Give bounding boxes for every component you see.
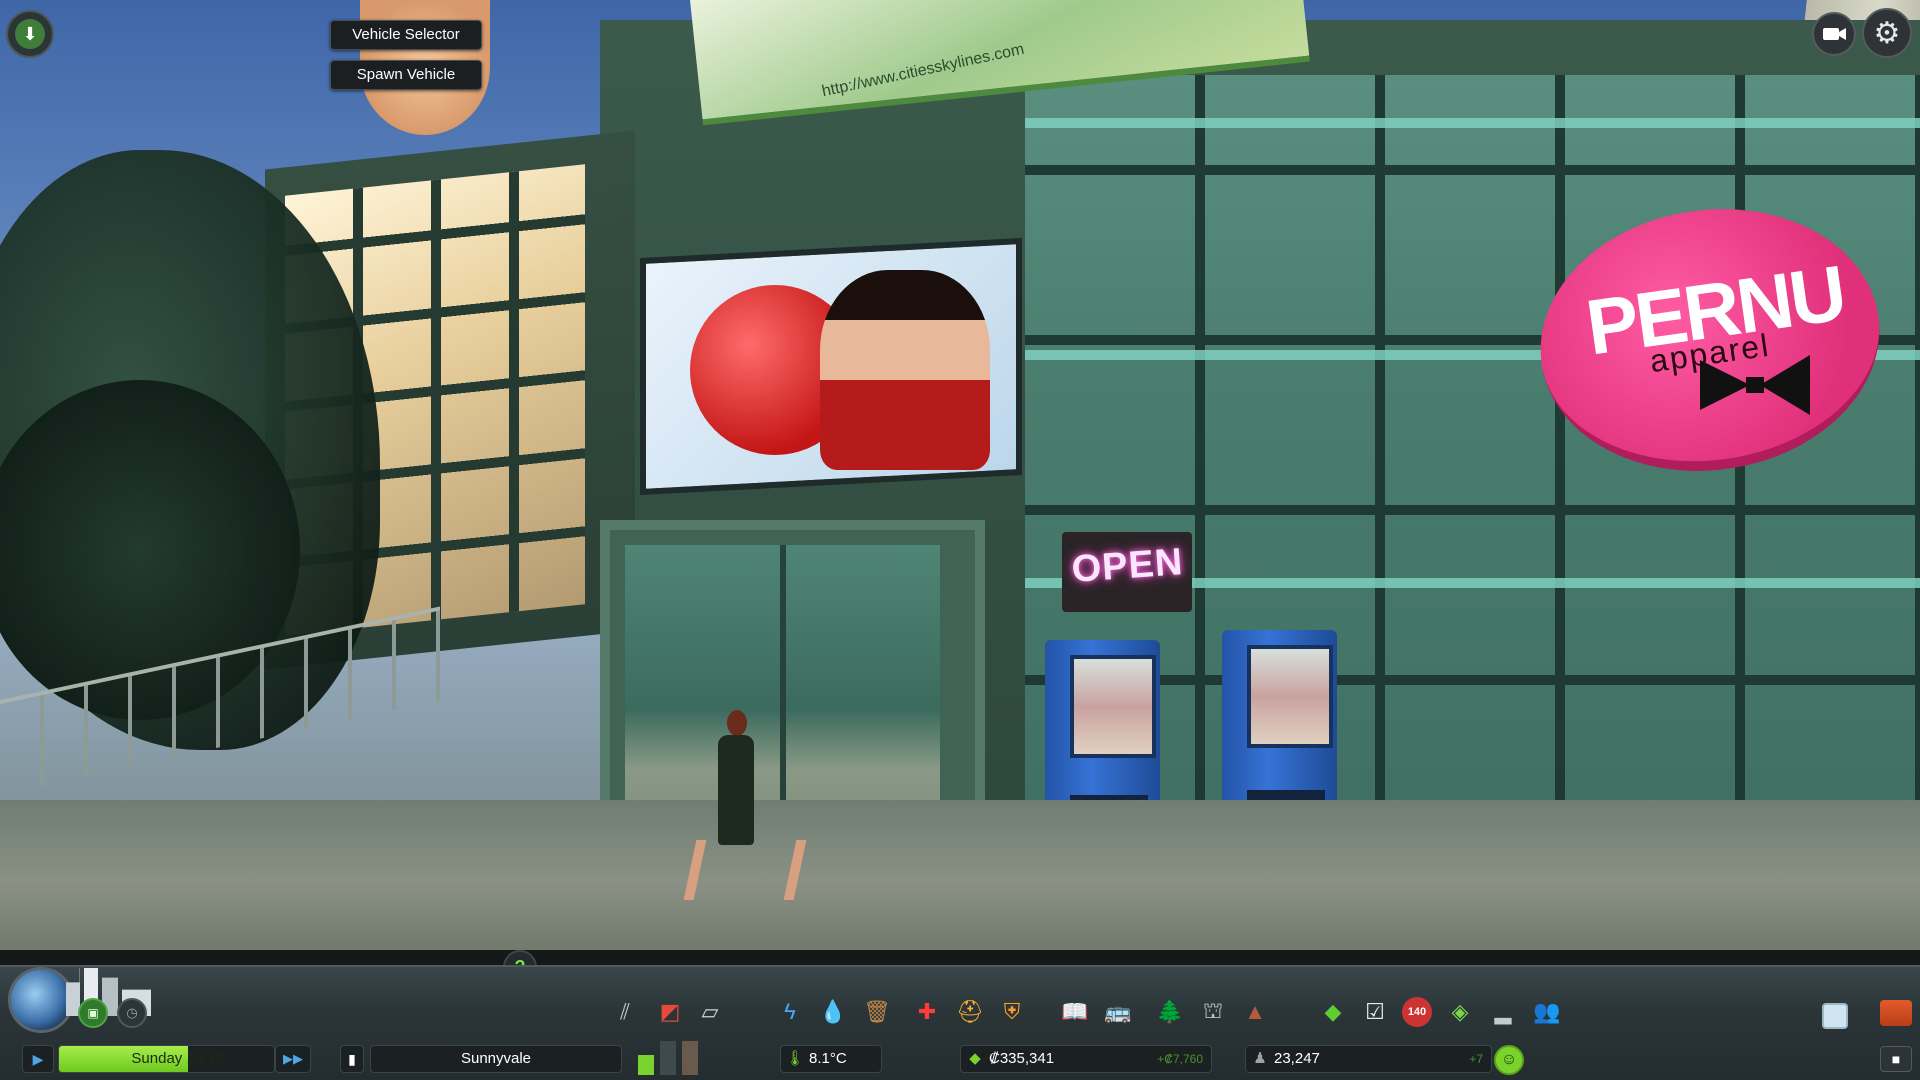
happiness-icon[interactable]: ☺ <box>1494 1045 1524 1075</box>
zoning-tool-icon[interactable]: ◩ <box>655 997 685 1027</box>
speed-limit-tool-icon[interactable]: 140 <box>1402 997 1432 1027</box>
facade-stripe <box>1025 118 1920 128</box>
population-value: 23,247 <box>1274 1050 1320 1067</box>
thermometer-icon: 🌡 <box>785 1050 805 1067</box>
vending-window <box>1070 655 1156 758</box>
lock-icon: ▣ <box>87 1006 99 1020</box>
healthcare-tool-icon[interactable]: ✚ <box>912 997 942 1027</box>
demand-bars <box>638 1041 704 1075</box>
camera-icon <box>1823 28 1846 40</box>
industrial-demand-bar <box>682 1041 698 1075</box>
bow-tie-logo <box>1700 350 1810 420</box>
game-viewport[interactable]: http://www.citiesskylines.com OPEN PERNU… <box>0 0 1920 965</box>
chirper-button[interactable]: ■ <box>1880 1046 1912 1072</box>
garbage-tool-icon[interactable]: 🗑 <box>862 997 892 1027</box>
population-display: ♟ 23,247 +7 <box>1245 1045 1492 1073</box>
settings-button[interactable]: ⚙ <box>1862 8 1912 58</box>
bulldozer-icon[interactable] <box>1880 1000 1912 1026</box>
person-icon: ♟ <box>1253 1050 1267 1067</box>
police-tool-icon[interactable]: ⛨ <box>997 997 1027 1027</box>
temperature-value: 8.1°C <box>809 1050 847 1067</box>
day-time-label: Sunday 18:18 <box>131 1050 224 1067</box>
policies-tool-icon[interactable]: ☑ <box>1360 997 1390 1027</box>
roads-tool-icon[interactable]: ⫽ <box>610 997 640 1027</box>
clock-icon: ◷ <box>126 1005 138 1020</box>
education-tool-icon[interactable]: 📖 <box>1060 997 1090 1027</box>
milestone-button[interactable]: ▣ <box>78 998 108 1028</box>
monuments-tool-icon[interactable]: ▲ <box>1240 997 1270 1027</box>
money-display: ◆ ₡335,341 +₡7,760 <box>960 1045 1212 1073</box>
time-button[interactable]: ◷ <box>117 998 147 1028</box>
money-value: ₡335,341 <box>989 1050 1055 1067</box>
viewport-bottom-edge <box>0 950 1920 965</box>
city-name-field[interactable]: Sunnyvale <box>370 1045 622 1073</box>
districts-tool-icon[interactable]: ▱ <box>695 997 725 1027</box>
info-icon: ▮ <box>348 1051 356 1067</box>
fast-forward-icon: ▶▶ <box>283 1051 303 1066</box>
freecamera-icon[interactable] <box>1822 1003 1848 1029</box>
camera-icon: ■ <box>1891 1051 1901 1067</box>
transport-tool-icon[interactable]: 🚌 <box>1103 997 1133 1027</box>
sidewalk <box>0 800 1920 965</box>
income-value: +₡7,760 <box>1157 1052 1203 1066</box>
speed-button[interactable]: ▶▶ <box>275 1045 311 1073</box>
residential-demand-bar <box>638 1055 654 1075</box>
citizens-tool-icon[interactable]: 👥 <box>1532 997 1562 1027</box>
vehicle-selector-button[interactable]: Vehicle Selector <box>330 20 482 50</box>
play-button[interactable]: ▶ <box>22 1045 54 1073</box>
fire-tool-icon[interactable]: ⛑ <box>955 997 985 1027</box>
money-tool-icon[interactable]: ◆ <box>1318 997 1348 1027</box>
population-change: +7 <box>1469 1052 1483 1066</box>
water-tool-icon[interactable]: 💧 <box>818 997 848 1027</box>
camera-button[interactable] <box>1812 12 1856 56</box>
unique-buildings-tool-icon[interactable]: ⛫ <box>1198 997 1228 1027</box>
spawn-vehicle-button[interactable]: Spawn Vehicle <box>330 60 482 90</box>
parks-tool-icon[interactable]: 🌲 <box>1155 997 1185 1027</box>
landscaping-tool-icon[interactable]: ◈ <box>1445 997 1475 1027</box>
vehicles-tool-icon[interactable]: ▂ <box>1488 997 1518 1027</box>
vending-window <box>1247 645 1333 748</box>
poster-model <box>820 270 990 470</box>
commercial-demand-bar <box>660 1041 676 1075</box>
citizen-body <box>718 735 754 845</box>
citizen[interactable] <box>727 710 747 736</box>
open-sign-text: OPEN <box>1070 541 1185 591</box>
money-icon: ◆ <box>969 1050 981 1067</box>
down-arrow-icon: ⬇ <box>15 19 45 49</box>
temperature-display: 🌡 8.1°C <box>780 1045 882 1073</box>
electricity-tool-icon[interactable]: ϟ <box>775 997 805 1027</box>
unlock-button[interactable]: ⬇ <box>6 10 54 58</box>
gear-icon: ⚙ <box>1873 16 1901 50</box>
play-icon: ▶ <box>32 1051 44 1067</box>
citizen-legs <box>683 840 807 900</box>
date-time-display: Sunday 18:18 <box>58 1045 275 1073</box>
city-info-button[interactable]: ▮ <box>340 1045 364 1073</box>
globe-icon[interactable] <box>8 967 74 1033</box>
